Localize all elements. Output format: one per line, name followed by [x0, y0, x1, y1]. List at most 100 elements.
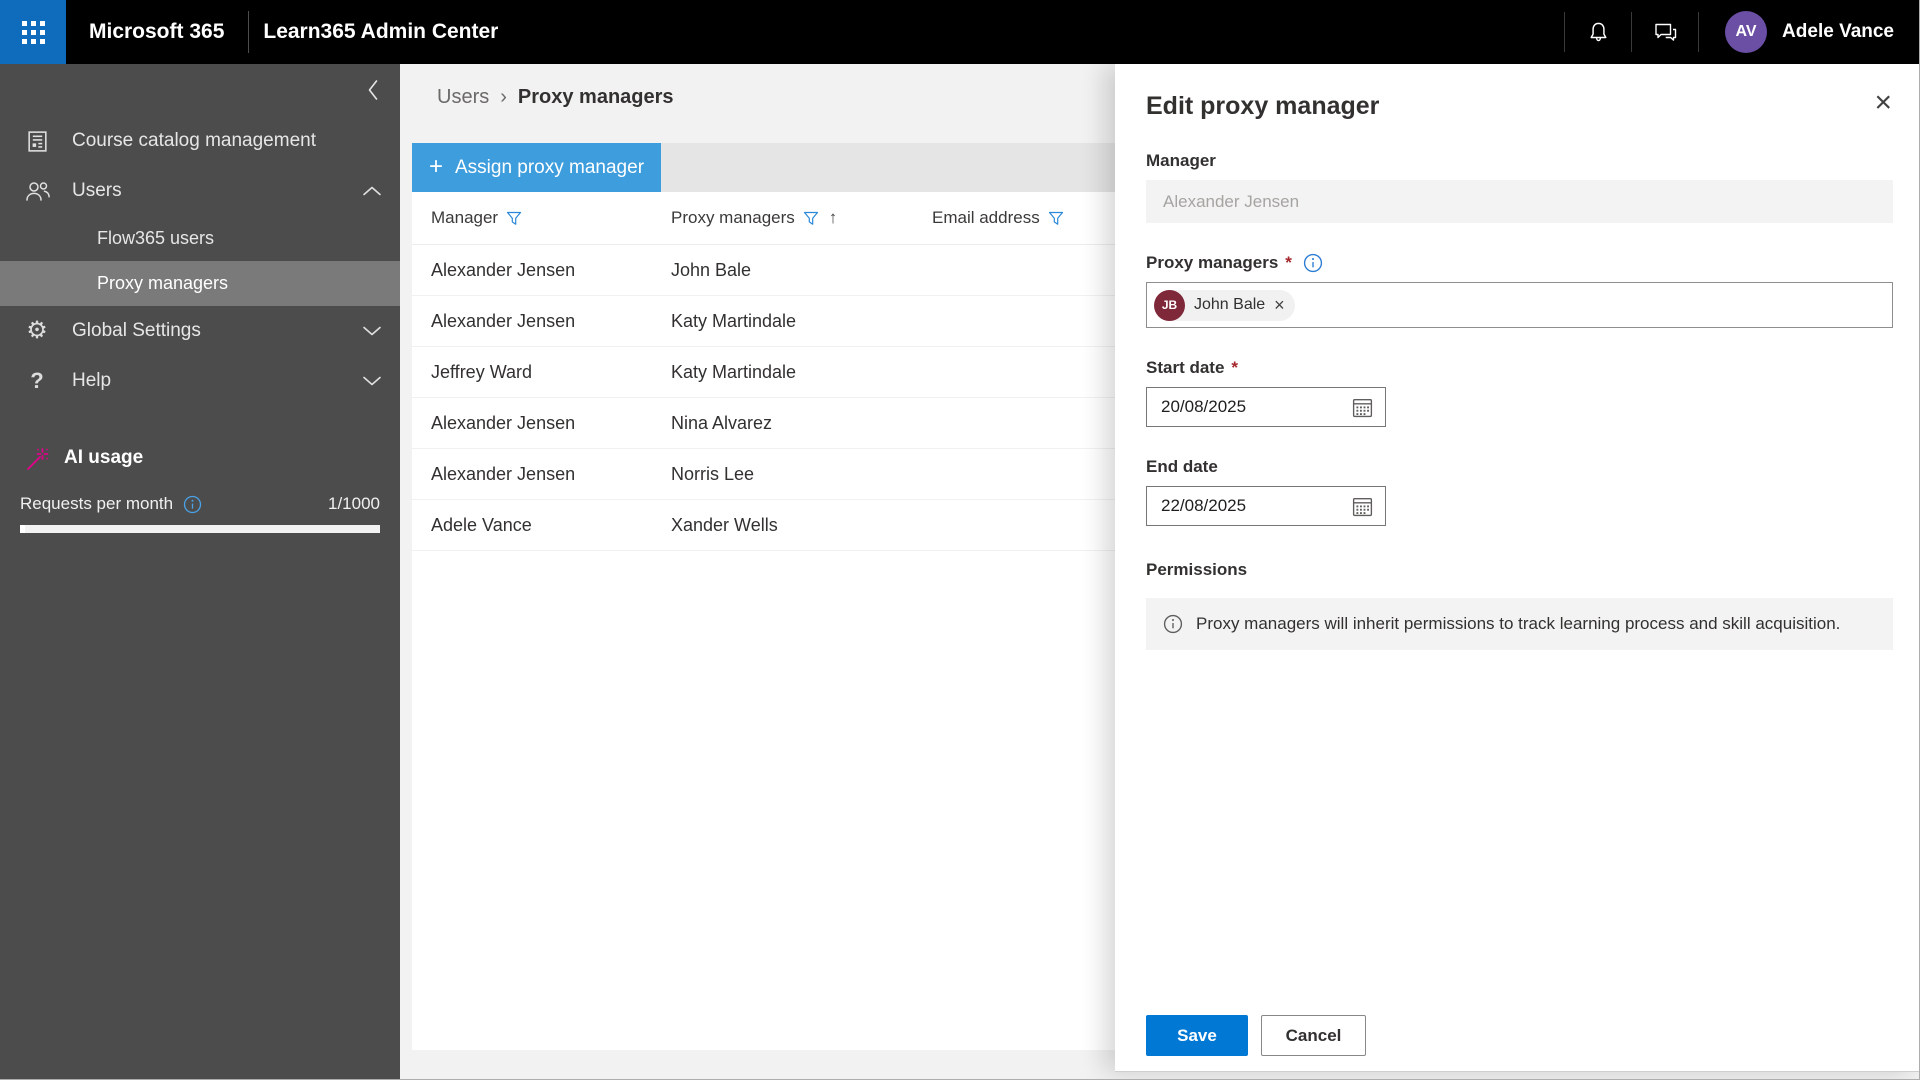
proxy-managers-label-text: Proxy managers	[1146, 253, 1279, 272]
brand-title: Microsoft 365	[89, 20, 225, 43]
table-row[interactable]: Alexander Jensen Katy Martindale	[412, 296, 1120, 347]
close-panel-button[interactable]: ×	[1874, 88, 1892, 118]
start-date-input[interactable]	[1161, 397, 1349, 417]
end-date-calendar-button[interactable]	[1349, 493, 1376, 520]
cell-manager: Alexander Jensen	[431, 310, 576, 331]
top-bar: Microsoft 365 Learn365 Admin Center AV A…	[0, 0, 1920, 64]
breadcrumb-users-link[interactable]: Users	[437, 86, 489, 109]
permissions-section-label: Permissions	[1146, 560, 1248, 579]
sidebar-subitem-label: Flow365 users	[97, 228, 215, 248]
requests-value: 1/1000	[328, 494, 380, 513]
cell-proxy: Nina Alvarez	[671, 412, 773, 433]
cell-manager: Adele Vance	[431, 514, 532, 535]
table-row[interactable]: Alexander Jensen Nina Alvarez	[412, 398, 1120, 449]
column-header-manager[interactable]: Manager	[431, 208, 671, 228]
breadcrumb: Users › Proxy managers	[437, 86, 674, 109]
breadcrumb-separator-icon: ›	[500, 86, 507, 108]
assign-proxy-manager-button[interactable]: + Assign proxy manager	[412, 143, 661, 192]
proxy-managers-picker-field[interactable]: JB John Bale ×	[1146, 282, 1893, 328]
notifications-button[interactable]	[1565, 0, 1631, 64]
chip-name: John Bale	[1194, 296, 1266, 313]
cell-proxy: Xander Wells	[671, 514, 778, 535]
chevron-down-icon	[362, 375, 382, 387]
cell-manager: Jeffrey Ward	[431, 361, 533, 382]
permissions-note-text: Proxy managers will inherit permissions …	[1196, 614, 1841, 633]
start-date-field-label: Start date *	[1146, 358, 1893, 378]
column-label: Email address	[932, 208, 1040, 227]
topbar-right: AV Adele Vance	[1564, 0, 1920, 64]
filter-icon[interactable]	[1048, 211, 1064, 226]
requests-per-month-row: Requests per month 1/1000	[0, 494, 400, 514]
required-asterisk: *	[1231, 358, 1239, 377]
table-row[interactable]: Adele Vance Xander Wells	[412, 500, 1120, 551]
gear-icon: ⚙	[26, 317, 48, 344]
sidebar-item-users[interactable]: Users	[0, 166, 400, 216]
end-date-field-label: End date	[1146, 457, 1893, 477]
close-icon: ×	[1874, 86, 1892, 119]
cell-manager: Alexander Jensen	[431, 412, 576, 433]
app-launcher-button[interactable]	[0, 0, 66, 64]
help-icon: ?	[30, 368, 44, 393]
cell-proxy: Katy Martindale	[671, 310, 797, 331]
sidebar-item-course-catalog[interactable]: Course catalog management	[0, 116, 400, 166]
table-row[interactable]: Alexander Jensen Norris Lee	[412, 449, 1120, 500]
filter-icon[interactable]	[506, 211, 522, 226]
chevron-left-icon	[368, 80, 378, 100]
proxy-managers-table: Manager Proxy managers ↑ Email address A…	[412, 192, 1120, 1050]
sidebar-item-ai-usage[interactable]: AI usage	[0, 438, 400, 478]
filter-icon[interactable]	[803, 211, 819, 226]
end-date-input[interactable]	[1161, 496, 1349, 516]
sidebar-item-flow365-users[interactable]: Flow365 users	[0, 216, 400, 261]
sidebar-item-label: Users	[72, 180, 122, 201]
ai-usage-label: AI usage	[64, 447, 144, 468]
save-button[interactable]: Save	[1146, 1015, 1248, 1056]
account-menu[interactable]: AV Adele Vance	[1699, 11, 1920, 53]
feedback-button[interactable]	[1632, 0, 1698, 64]
requests-progress-bar	[20, 525, 380, 533]
plus-icon: +	[428, 152, 443, 180]
table-row[interactable]: Jeffrey Ward Katy Martindale	[412, 347, 1120, 398]
chat-icon	[1654, 23, 1676, 41]
catalog-icon	[22, 129, 52, 154]
proxy-managers-field-label: Proxy managers *	[1146, 253, 1893, 273]
user-avatar: AV	[1725, 11, 1768, 53]
cell-proxy: John Bale	[671, 259, 752, 280]
user-name: Adele Vance	[1782, 21, 1894, 42]
chevron-up-icon	[362, 185, 382, 197]
end-date-field	[1146, 486, 1386, 526]
column-label: Proxy managers	[671, 208, 795, 227]
permissions-note: Proxy managers will inherit permissions …	[1146, 598, 1893, 650]
assign-button-label: Assign proxy manager	[454, 156, 645, 178]
cell-manager: Alexander Jensen	[431, 463, 576, 484]
app-title: Learn365 Admin Center	[263, 20, 499, 43]
users-icon	[22, 179, 52, 203]
requests-label: Requests per month	[20, 494, 174, 513]
sidebar-collapse-button[interactable]	[366, 78, 380, 102]
waffle-icon	[21, 20, 45, 44]
sidebar-item-label: Course catalog management	[72, 130, 316, 151]
column-header-proxy-managers[interactable]: Proxy managers ↑	[671, 208, 932, 228]
table-row[interactable]: Alexander Jensen John Bale	[412, 245, 1120, 296]
bell-icon	[1590, 22, 1607, 41]
sidebar-item-global-settings[interactable]: ⚙ Global Settings	[0, 306, 400, 356]
column-header-email[interactable]: Email address	[932, 208, 1120, 228]
requests-progress-fill	[20, 525, 25, 533]
start-date-calendar-button[interactable]	[1349, 394, 1376, 421]
table-toolbar: + Assign proxy manager	[412, 143, 1120, 192]
sidebar-item-label: Global Settings	[72, 320, 201, 341]
cancel-button[interactable]: Cancel	[1261, 1015, 1366, 1056]
start-date-field	[1146, 387, 1386, 427]
column-label: Manager	[431, 208, 499, 227]
chevron-down-icon	[362, 325, 382, 337]
table-header-row: Manager Proxy managers ↑ Email address	[412, 192, 1120, 245]
calendar-icon	[1352, 497, 1373, 516]
breadcrumb-current: Proxy managers	[517, 86, 674, 108]
topbar-divider	[248, 11, 250, 53]
chip-remove-button[interactable]: ×	[1274, 296, 1285, 314]
person-chip[interactable]: JB John Bale ×	[1154, 289, 1295, 321]
info-icon	[1163, 614, 1183, 634]
info-icon[interactable]	[1303, 253, 1323, 273]
sidebar-item-help[interactable]: ? Help	[0, 356, 400, 406]
sidebar-item-proxy-managers[interactable]: Proxy managers	[0, 261, 400, 306]
info-icon[interactable]	[183, 495, 202, 514]
